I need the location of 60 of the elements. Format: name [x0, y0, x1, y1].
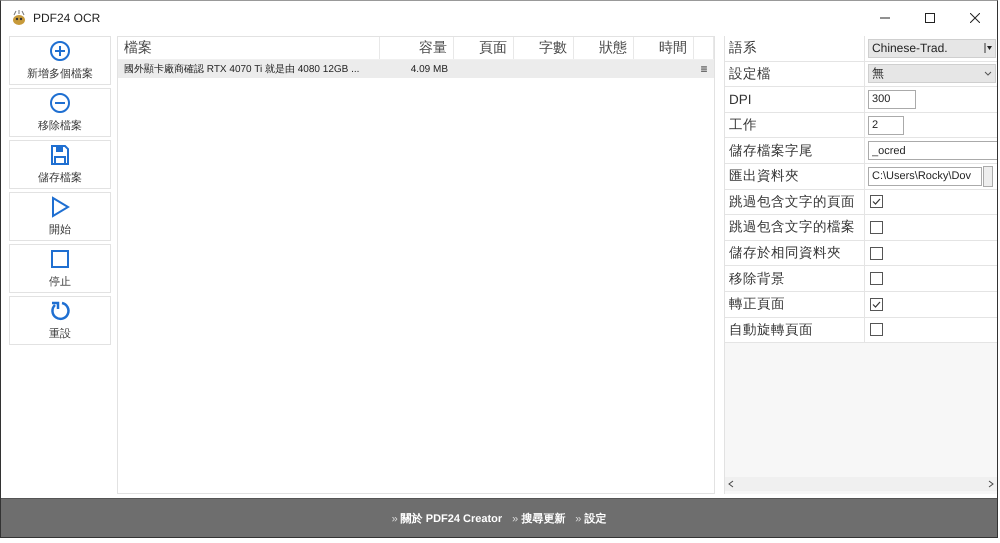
property-label: 設定檔	[725, 62, 865, 86]
input-field[interactable]: 2	[868, 116, 904, 135]
stop-button[interactable]: 停止	[9, 244, 111, 293]
property-label: 跳過包含文字的檔案	[725, 215, 865, 240]
dropdown[interactable]: Chinese-Trad.	[868, 38, 996, 58]
checkbox[interactable]	[870, 220, 883, 234]
checkbox[interactable]	[870, 298, 883, 311]
property-label: 儲存於相同資料夾	[725, 240, 865, 266]
reset-arrow-icon	[49, 300, 71, 322]
link-marker: »	[512, 512, 518, 524]
horizontal-scrollbar[interactable]	[725, 477, 997, 491]
checkmark-icon	[871, 196, 882, 208]
window-title: PDF24 OCR	[33, 10, 100, 24]
property-label: 匯出資料夾	[725, 164, 865, 189]
dropdown[interactable]: 無	[868, 64, 996, 84]
link-marker: »	[392, 512, 398, 524]
column-header[interactable]: 頁面	[454, 37, 514, 59]
property-label: 語系	[725, 36, 865, 61]
input-field[interactable]: 300	[868, 90, 916, 109]
checkbox[interactable]	[870, 195, 883, 208]
column-header[interactable]: 檔案	[118, 37, 380, 59]
property-label: 工作	[725, 112, 865, 138]
file-row[interactable]: 國外顯卡廠商確認 RTX 4070 Ti 就是由 4080 12GB ... 4.09 MB ≡	[118, 60, 714, 78]
reset-button[interactable]: 重設	[9, 296, 111, 345]
maximize-icon	[924, 12, 934, 22]
property-label: DPI	[725, 87, 865, 112]
column-header[interactable]: 狀態	[574, 37, 634, 59]
checkbox[interactable]	[870, 272, 883, 286]
caret-icon	[984, 43, 992, 54]
column-header[interactable]: 容量	[380, 37, 454, 59]
link-marker: »	[575, 512, 582, 524]
footer-link[interactable]: 關於 PDF24 Creator	[400, 512, 502, 524]
property-label: 儲存檔案字尾	[725, 138, 865, 163]
input-field[interactable]: C:\Users\Rocky\Dov	[868, 166, 982, 186]
row-menu-icon[interactable]: ≡	[694, 62, 714, 76]
property-label: 移除背景	[725, 266, 865, 291]
play-triangle-icon	[49, 196, 71, 218]
add-button[interactable]: 新增多個檔案	[9, 36, 111, 85]
input-field[interactable]: _ocred	[868, 141, 997, 160]
table-cell-text: 4.09 MB	[410, 64, 449, 74]
property-label: 跳過包含文字的頁面	[725, 190, 865, 214]
checkbox[interactable]	[870, 323, 883, 336]
remove-button[interactable]: 移除檔案	[9, 88, 111, 137]
scroll-right-icon	[988, 480, 994, 488]
start-button[interactable]: 開始	[9, 192, 111, 241]
stop-square-icon	[49, 248, 71, 270]
scroll-left-icon	[728, 480, 734, 488]
close-icon	[970, 12, 980, 22]
save-button[interactable]: 儲存檔案	[9, 140, 111, 189]
property-label: 自動旋轉頁面	[725, 318, 865, 342]
plus-circle-icon	[49, 40, 71, 62]
footer-link[interactable]: 設定	[584, 512, 606, 524]
minus-circle-icon	[49, 92, 71, 114]
checkbox[interactable]	[870, 246, 883, 260]
app-logo-icon	[11, 10, 27, 26]
column-header[interactable]: 時間	[634, 37, 694, 59]
property-label: 轉正頁面	[725, 292, 865, 317]
table-cell-text: 國外顯卡廠商確認 RTX 4070 Ti 就是由 4080 12GB ...	[123, 62, 360, 76]
footer-link[interactable]: 搜尋更新	[521, 512, 566, 524]
column-header[interactable]: 字數	[514, 37, 574, 59]
